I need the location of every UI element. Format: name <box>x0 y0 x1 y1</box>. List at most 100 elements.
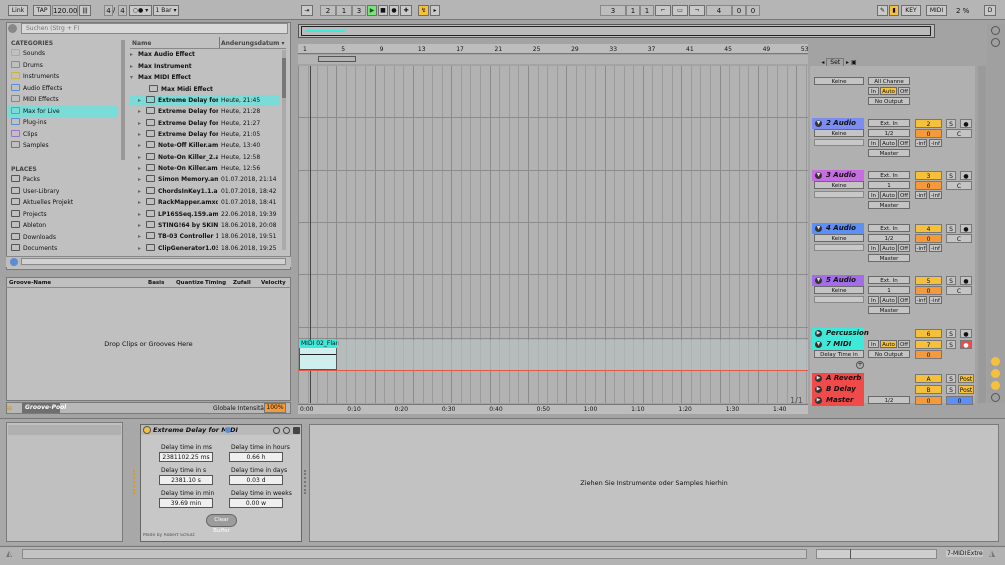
clip-slot-field[interactable] <box>814 191 864 199</box>
track-fold-icon[interactable]: ▶ <box>815 375 822 382</box>
signature-den[interactable]: 4 <box>118 5 127 16</box>
play-button[interactable]: ▶ <box>367 5 377 16</box>
right-scrollbar[interactable] <box>978 66 986 403</box>
device-save-icon[interactable] <box>273 427 280 434</box>
category-item[interactable]: Samples <box>8 140 118 151</box>
file-expand-icon[interactable]: ▸ <box>138 118 146 129</box>
monitor-off[interactable]: Off <box>898 295 910 304</box>
monitor-off[interactable]: Off <box>898 139 910 147</box>
input-channel[interactable]: 1 <box>868 181 910 190</box>
input-source[interactable]: Ext. In <box>868 223 910 232</box>
stop-button[interactable]: ■ <box>378 5 388 16</box>
monitor-in[interactable]: In <box>868 295 879 304</box>
solo-7-midi[interactable]: S <box>946 340 956 349</box>
master-output[interactable]: 1/2 <box>868 396 910 404</box>
follow-button[interactable]: ⇥ <box>301 5 313 16</box>
loop-brace[interactable] <box>318 56 356 62</box>
file-expand-icon[interactable]: ▸ <box>138 163 146 174</box>
device-edit-icon[interactable] <box>283 427 290 434</box>
folder-row[interactable]: ▾ Max MIDI Effect <box>130 72 280 83</box>
device-max-icon[interactable] <box>225 427 231 433</box>
pan-field[interactable]: C <box>946 233 972 243</box>
solo-button[interactable]: S <box>946 223 956 233</box>
punch-in-button[interactable]: ⌐ <box>655 5 671 16</box>
groove-column-header[interactable]: Quantize <box>176 280 204 286</box>
groove-column-header[interactable]: Zufall <box>233 280 251 286</box>
file-row[interactable]: ▸ Extreme Delay for ...Heute, 21:28 <box>130 106 280 117</box>
file-expand-icon[interactable]: ▸ <box>138 209 146 220</box>
folder-row[interactable]: ▸ Max Instrument <box>130 61 280 72</box>
arm-button[interactable]: ● <box>960 223 972 233</box>
preview-waveform[interactable] <box>21 258 286 265</box>
track-title[interactable]: ▼ 5 Audio <box>812 274 864 286</box>
solo-delay[interactable]: S <box>946 385 956 394</box>
clip-slot-field[interactable] <box>814 295 864 303</box>
output-routing[interactable]: Master <box>868 253 910 262</box>
track-fold-icon[interactable]: ▼ <box>815 224 822 232</box>
midi-volume[interactable]: 0 <box>915 350 942 359</box>
master-pan[interactable]: 0 <box>946 396 973 405</box>
file-row[interactable]: ▸ Extreme Delay for ...Heute, 21:05 <box>130 129 280 140</box>
automation-arm-button[interactable]: ↯ <box>418 5 429 16</box>
volume-field[interactable]: 0 <box>915 233 942 243</box>
master-volume[interactable]: 0 <box>915 396 942 405</box>
mixer-toggle-icon[interactable] <box>991 381 1000 390</box>
output-routing[interactable]: Master <box>868 201 910 210</box>
output-routing[interactable]: Master <box>868 149 910 157</box>
file-expand-icon[interactable]: ▸ <box>138 140 146 151</box>
file-row[interactable]: ▸ Note-On Killer.amxdHeute, 12:56 <box>130 163 280 174</box>
solo-reverb[interactable]: S <box>946 374 956 383</box>
input-source[interactable]: Ext. In <box>868 275 910 284</box>
input-channel[interactable]: 1 <box>868 285 910 294</box>
folder-expand-icon[interactable]: ▸ <box>130 61 138 72</box>
volume-field[interactable]: 0 <box>915 181 942 191</box>
place-item[interactable]: Aktuelles Projekt <box>8 197 73 208</box>
category-item[interactable]: Drums <box>8 60 118 71</box>
track-title[interactable]: ▼ 4 Audio <box>812 222 864 234</box>
file-expand-icon[interactable]: ▸ <box>138 174 146 185</box>
file-expand-icon[interactable]: ▸ <box>138 220 146 231</box>
track-fold-icon[interactable]: ▶ <box>815 386 822 393</box>
monitor-in[interactable]: In <box>868 191 879 200</box>
track-fold-icon[interactable]: ▼ <box>815 276 822 284</box>
arm-button[interactable]: ● <box>960 171 972 181</box>
file-expand-icon[interactable]: ▸ <box>138 186 146 197</box>
track-number-percussion[interactable]: 6 <box>915 329 942 338</box>
input-source[interactable]: Ext. In <box>868 119 910 127</box>
browser-toggle-icon[interactable] <box>8 24 17 33</box>
device-power-icon[interactable] <box>143 426 151 434</box>
volume-field[interactable]: 0 <box>915 129 942 138</box>
detail-view-toggle-icon[interactable]: ◮ <box>989 550 999 558</box>
file-row[interactable]: ▸ RackMapper.amxd 01.07.2018, 18:41 <box>130 197 280 208</box>
loop-start-bar[interactable]: 3 <box>600 5 626 16</box>
groove-column-header[interactable]: Groove-Name <box>9 280 51 286</box>
file-expand-icon[interactable]: ▸ <box>138 129 146 140</box>
info-view-toggle-icon[interactable]: ◭ <box>6 550 16 558</box>
name-column-header[interactable]: Name <box>132 40 151 47</box>
track-title[interactable]: ▼ 2 Audio <box>812 118 864 129</box>
loop-length-six[interactable]: 0 <box>746 5 760 16</box>
input-type[interactable]: Keine <box>814 129 864 137</box>
folder-expand-icon[interactable]: ▸ <box>130 49 138 60</box>
device-fold-icon[interactable] <box>293 427 300 434</box>
file-expand-icon[interactable]: ▸ <box>138 152 146 163</box>
file-expand-icon[interactable]: ▸ <box>138 95 146 106</box>
delay-s-value[interactable]: 2381.10 s <box>159 475 213 485</box>
arm-button[interactable]: ● <box>960 275 972 285</box>
delay-hours-value[interactable]: 0.66 h <box>229 452 283 462</box>
file-scrollbar-thumb[interactable] <box>282 58 286 98</box>
global-intensity-field[interactable]: 100% <box>264 403 286 413</box>
nudge-button[interactable]: ǀǀǀ <box>79 5 91 16</box>
file-row[interactable]: ▸ Extreme Delay for ...Heute, 21:45 <box>130 95 280 106</box>
category-item[interactable]: MIDI Effects <box>8 94 118 105</box>
arm-7-midi[interactable]: ● <box>960 340 972 349</box>
volume-field[interactable]: 0 <box>915 285 942 295</box>
solo-button[interactable]: S <box>946 275 956 285</box>
place-item[interactable]: Documents <box>8 243 57 254</box>
track-number-7-midi[interactable]: 7 <box>915 340 942 349</box>
track-fold-icon[interactable]: ▶ <box>815 330 822 337</box>
folder-row[interactable]: ▸ Max Audio Effect <box>130 49 280 60</box>
solo-percussion[interactable]: S <box>946 329 956 338</box>
arm-button[interactable]: ● <box>960 119 972 128</box>
place-item[interactable]: Ableton <box>8 220 46 231</box>
